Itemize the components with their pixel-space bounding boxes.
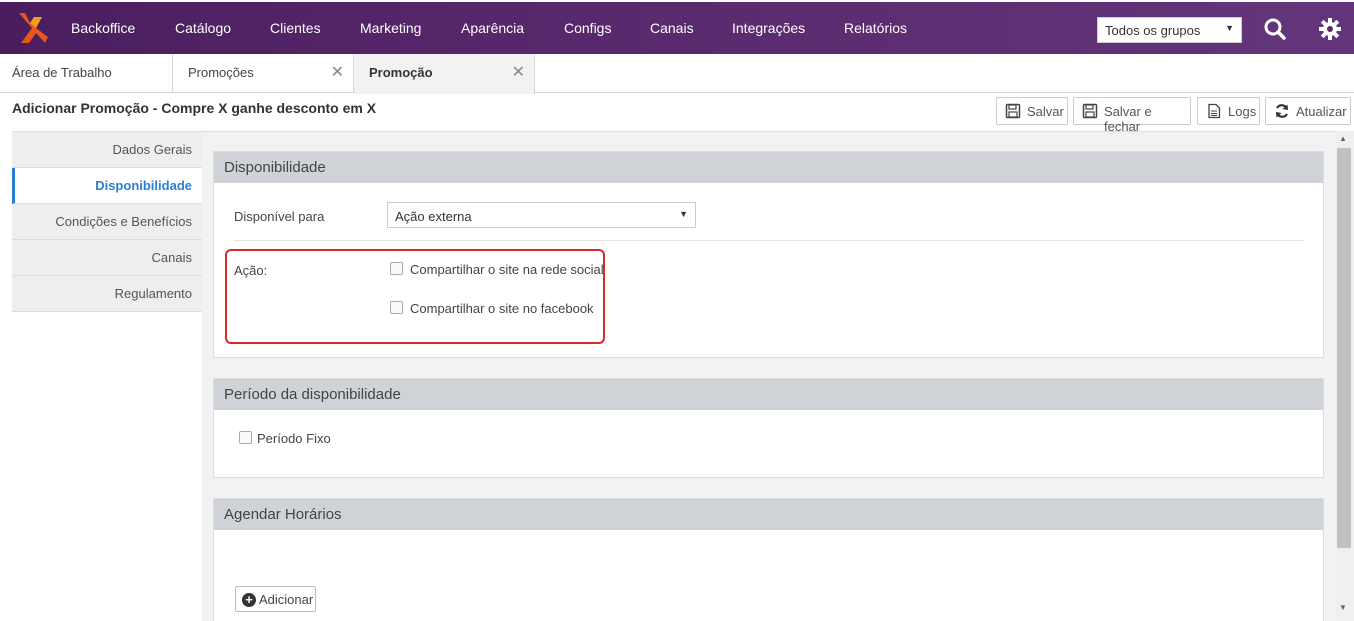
nav-relatorios[interactable]: Relatórios bbox=[844, 20, 907, 36]
availability-panel: Disponibilidade Disponível para Ação ext… bbox=[213, 151, 1324, 358]
save-button[interactable]: Salvar bbox=[996, 97, 1068, 125]
sidebar-item-condicoes-beneficios[interactable]: Condições e Benefícios bbox=[12, 204, 202, 240]
share-social-checkbox[interactable] bbox=[390, 262, 403, 275]
tab-label: Promoções bbox=[188, 65, 254, 80]
logs-label: Logs bbox=[1228, 104, 1257, 119]
nav-backoffice[interactable]: Backoffice bbox=[71, 20, 135, 36]
close-icon[interactable]: ✕ bbox=[512, 62, 525, 82]
document-icon bbox=[1208, 103, 1221, 119]
sidebar-item-canais[interactable]: Canais bbox=[12, 240, 202, 276]
period-panel-title: Período da disponibilidade bbox=[214, 379, 1323, 410]
gear-icon[interactable] bbox=[1318, 17, 1342, 41]
close-icon[interactable]: ✕ bbox=[331, 62, 344, 82]
share-social-label[interactable]: Compartilhar o site na rede social bbox=[410, 262, 604, 277]
add-label: Adicionar bbox=[259, 592, 314, 607]
scroll-thumb[interactable] bbox=[1337, 148, 1351, 548]
vertical-scrollbar[interactable]: ▲ ▼ bbox=[1335, 131, 1354, 621]
logs-button[interactable]: Logs bbox=[1197, 97, 1260, 125]
available-for-value: Ação externa bbox=[395, 209, 472, 224]
tab-promocoes[interactable]: Promoções ✕ bbox=[173, 54, 354, 93]
nav-configs[interactable]: Configs bbox=[564, 20, 611, 36]
tab-promocao[interactable]: Promoção ✕ bbox=[354, 54, 535, 94]
fixed-period-checkbox[interactable] bbox=[239, 431, 252, 444]
nav-aparencia[interactable]: Aparência bbox=[461, 20, 524, 36]
divider bbox=[234, 240, 1304, 241]
group-select-value: Todos os grupos bbox=[1105, 23, 1201, 38]
schedule-panel: Agendar Horários + Adicionar bbox=[213, 498, 1324, 621]
nav-canais[interactable]: Canais bbox=[650, 20, 694, 36]
nav-integracoes[interactable]: Integrações bbox=[732, 20, 805, 36]
save-and-close-button[interactable]: Salvar e fechar bbox=[1073, 97, 1191, 134]
brand-logo-icon[interactable] bbox=[16, 11, 48, 45]
action-label: Ação: bbox=[234, 263, 268, 278]
floppy-disk-icon bbox=[1082, 103, 1098, 119]
schedule-panel-title: Agendar Horários bbox=[214, 499, 1323, 530]
scroll-up-icon[interactable]: ▲ bbox=[1339, 134, 1347, 143]
tab-label: Promoção bbox=[369, 65, 433, 80]
share-facebook-label[interactable]: Compartilhar o site no facebook bbox=[410, 301, 594, 316]
plus-circle-icon: + bbox=[242, 593, 256, 607]
available-for-select[interactable]: Ação externa ▼ bbox=[387, 202, 696, 228]
refresh-button[interactable]: Atualizar bbox=[1265, 97, 1351, 125]
refresh-icon bbox=[1275, 104, 1289, 118]
content-area: Disponibilidade Disponível para Ação ext… bbox=[202, 131, 1335, 621]
save-close-label: Salvar e fechar bbox=[1104, 104, 1152, 134]
nav-catalogo[interactable]: Catálogo bbox=[175, 20, 231, 36]
sidebar-item-disponibilidade[interactable]: Disponibilidade bbox=[12, 168, 202, 204]
add-schedule-button[interactable]: + Adicionar bbox=[235, 586, 316, 612]
save-label: Salvar bbox=[1027, 104, 1064, 119]
tab-area-de-trabalho[interactable]: Área de Trabalho bbox=[0, 54, 173, 93]
period-panel: Período da disponibilidade Período Fixo bbox=[213, 378, 1324, 478]
tab-label: Área de Trabalho bbox=[12, 65, 112, 80]
caret-down-icon: ▼ bbox=[679, 209, 688, 219]
tab-bar: Área de Trabalho Promoções ✕ Promoção ✕ bbox=[0, 54, 1354, 94]
available-for-label: Disponível para bbox=[234, 209, 325, 224]
availability-panel-title: Disponibilidade bbox=[214, 152, 1323, 183]
floppy-disk-icon bbox=[1005, 103, 1021, 119]
caret-down-icon: ▼ bbox=[1225, 23, 1234, 33]
sidebar-item-regulamento[interactable]: Regulamento bbox=[12, 276, 202, 312]
fixed-period-label[interactable]: Período Fixo bbox=[257, 431, 331, 446]
refresh-label: Atualizar bbox=[1296, 104, 1347, 119]
top-nav-bar: Backoffice Catálogo Clientes Marketing A… bbox=[0, 0, 1354, 54]
group-select[interactable]: Todos os grupos ▼ bbox=[1097, 17, 1242, 43]
sidebar-item-dados-gerais[interactable]: Dados Gerais bbox=[12, 132, 202, 168]
scroll-down-icon[interactable]: ▼ bbox=[1339, 603, 1347, 612]
section-sidebar: Dados Gerais Disponibilidade Condições e… bbox=[12, 131, 202, 312]
page-title: Adicionar Promoção - Compre X ganhe desc… bbox=[12, 100, 377, 116]
share-facebook-checkbox[interactable] bbox=[390, 301, 403, 314]
nav-clientes[interactable]: Clientes bbox=[270, 20, 321, 36]
nav-marketing[interactable]: Marketing bbox=[360, 20, 421, 36]
search-icon[interactable] bbox=[1263, 17, 1287, 41]
